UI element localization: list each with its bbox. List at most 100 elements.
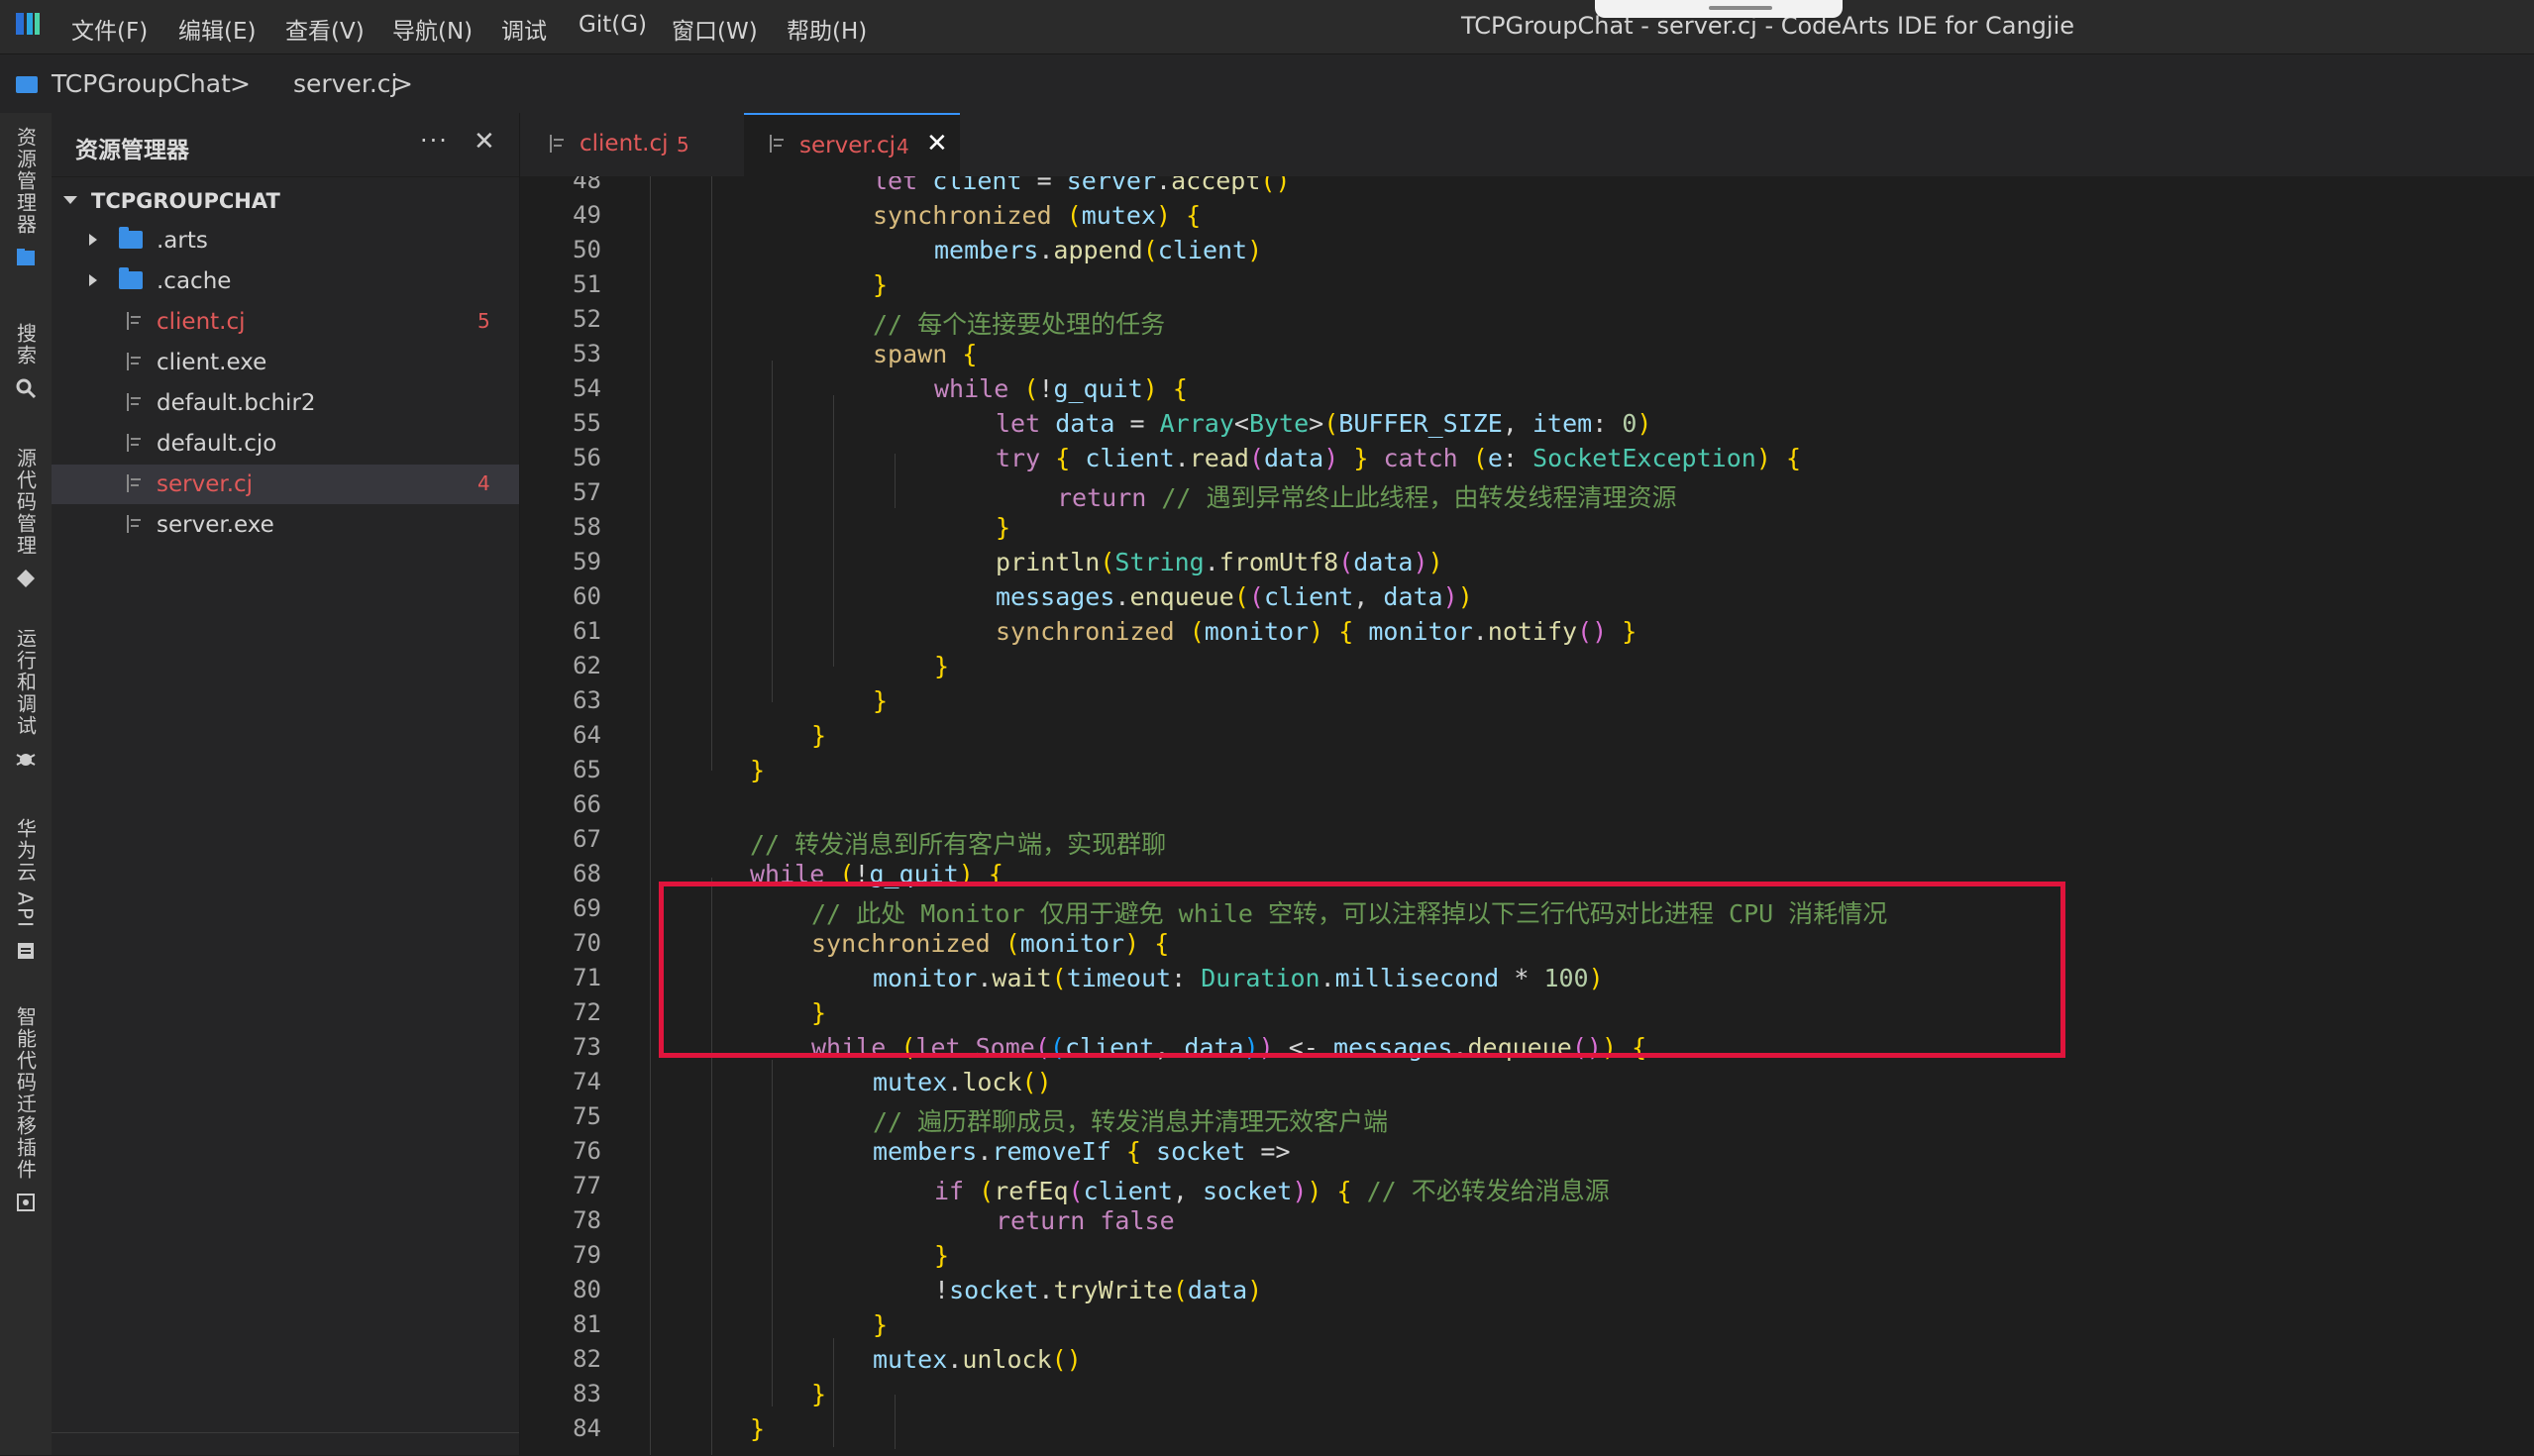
- code-line: }: [750, 756, 766, 784]
- line-number: 74: [573, 1068, 601, 1095]
- drag-handle-grip: [1709, 6, 1772, 10]
- chevron-down-icon: [63, 196, 77, 204]
- tab-server-cj[interactable]: server.cj 4 ✕: [744, 113, 960, 178]
- menu-navigate[interactable]: 导航(N): [392, 12, 473, 46]
- breadcrumb-file[interactable]: server.cj: [293, 69, 397, 98]
- line-number: 73: [573, 1033, 601, 1061]
- code-line: }: [873, 270, 889, 299]
- code-line: let data = Array<Byte>(BUFFER_SIZE, item…: [996, 409, 1652, 438]
- close-icon[interactable]: ✕: [926, 129, 948, 158]
- more-actions-icon[interactable]: ···: [420, 127, 449, 155]
- tree-item-client-cj[interactable]: client.cj 5: [52, 302, 519, 342]
- line-number: 82: [573, 1345, 601, 1373]
- breadcrumb-project[interactable]: TCPGroupChat: [52, 69, 231, 98]
- code-line: // 每个连接要处理的任务: [873, 310, 1166, 339]
- tab-client-cj[interactable]: client.cj 5: [520, 113, 740, 176]
- activity-search[interactable]: 搜索: [0, 323, 52, 400]
- code-line: return // 遇到异常终止此线程，由转发线程清理资源: [1057, 483, 1677, 512]
- activity-run-debug[interactable]: 运行和调试: [0, 628, 52, 771]
- tree-item-label: client.cj: [157, 309, 246, 335]
- code-editor[interactable]: 48 49 50 51 52 53 54 55 56 57 58 59 60 6…: [520, 176, 2534, 1455]
- activity-label: 运行和调试: [13, 628, 38, 737]
- line-number: 55: [573, 409, 601, 437]
- explorer-header: 资源管理器 ··· ✕: [52, 113, 519, 177]
- indent-guide: [895, 1395, 896, 1449]
- editor-tab-bar: client.cj 5 server.cj 4 ✕: [520, 113, 2534, 178]
- code-line: synchronized (monitor) { monitor.notify(…: [996, 617, 1637, 646]
- tab-label: client.cj: [580, 131, 669, 156]
- tree-item-label: server.cj: [157, 471, 254, 497]
- highlight-annotation-box: [659, 882, 2065, 1058]
- activity-bar: 资源管理器 搜索 源代码管理 运行和调试 华为云 API 智能代码迁移插件: [0, 113, 52, 1455]
- folder-icon: [16, 76, 38, 93]
- line-number: 65: [573, 756, 601, 783]
- code-line: }: [996, 513, 1011, 542]
- tree-item-label: server.exe: [157, 512, 274, 538]
- activity-explorer[interactable]: 资源管理器: [0, 127, 52, 269]
- app-logo-icon: [16, 13, 40, 35]
- menu-window[interactable]: 窗口(W): [672, 12, 758, 46]
- tree-item-arts[interactable]: .arts: [52, 221, 519, 260]
- menu-view[interactable]: 查看(V): [285, 12, 365, 46]
- file-icon: [127, 353, 143, 370]
- search-icon: [16, 378, 37, 399]
- menu-git[interactable]: Git(G): [579, 12, 647, 38]
- menu-file[interactable]: 文件(F): [71, 12, 148, 46]
- tree-item-server-cj[interactable]: server.cj 4: [52, 465, 519, 504]
- file-icon: [127, 312, 143, 330]
- indent-guide: [711, 176, 712, 771]
- code-line: }: [934, 1241, 950, 1270]
- line-number: 63: [573, 686, 601, 714]
- line-number: 71: [573, 964, 601, 991]
- file-icon: [127, 474, 143, 492]
- file-icon: [770, 135, 786, 153]
- menu-debug[interactable]: 调试: [501, 12, 547, 46]
- line-number: 84: [573, 1414, 601, 1442]
- tree-item-label: client.exe: [157, 350, 267, 375]
- tree-item-server-exe[interactable]: server.exe: [52, 505, 519, 545]
- debug-icon: [16, 754, 36, 766]
- close-icon[interactable]: ✕: [474, 127, 495, 156]
- menu-help[interactable]: 帮助(H): [787, 12, 867, 46]
- code-line: if (refEq(client, socket)) { // 不必转发给消息源: [934, 1177, 1610, 1205]
- tree-item-default-bchir2[interactable]: default.bchir2: [52, 383, 519, 423]
- code-line: mutex.unlock(): [873, 1345, 1082, 1374]
- tree-root-label: TCPGROUPCHAT: [91, 189, 280, 213]
- line-number: 80: [573, 1276, 601, 1303]
- code-line: messages.enqueue((client, data)): [996, 582, 1473, 611]
- line-number: 61: [573, 617, 601, 645]
- tree-item-cache[interactable]: .cache: [52, 261, 519, 301]
- tree-item-client-exe[interactable]: client.exe: [52, 343, 519, 382]
- migration-icon: [17, 1194, 35, 1211]
- code-line: }: [873, 686, 889, 715]
- tree-item-label: .arts: [157, 228, 208, 254]
- activity-label: 智能代码迁移插件: [13, 1006, 38, 1181]
- explorer-panel: 资源管理器 ··· ✕ TCPGROUPCHAT .arts .cache cl…: [52, 113, 520, 1455]
- activity-label: 搜索: [13, 323, 38, 366]
- line-number: 81: [573, 1310, 601, 1338]
- tree-item-default-cjo[interactable]: default.cjo: [52, 424, 519, 464]
- problem-count-badge: 5: [677, 133, 689, 156]
- line-number: 75: [573, 1102, 601, 1130]
- folder-icon: [119, 267, 143, 289]
- line-number: 60: [573, 582, 601, 610]
- activity-huawei-api[interactable]: 华为云 API: [0, 818, 52, 963]
- tree-root-folder[interactable]: TCPGROUPCHAT: [52, 180, 519, 220]
- line-number: 67: [573, 825, 601, 853]
- explorer-title: 资源管理器: [75, 138, 189, 163]
- activity-source-control[interactable]: 源代码管理: [0, 448, 52, 590]
- code-line: }: [934, 652, 950, 680]
- activity-label: 源代码管理: [13, 448, 38, 557]
- menu-edit[interactable]: 编辑(E): [178, 12, 256, 46]
- activity-code-migration[interactable]: 智能代码迁移插件: [0, 1006, 52, 1214]
- code-line: !socket.tryWrite(data): [934, 1276, 1263, 1304]
- line-number: 59: [573, 548, 601, 575]
- breadcrumb: TCPGroupChat > server.cj >: [0, 53, 2534, 150]
- line-number: 68: [573, 860, 601, 887]
- code-line: while (!g_quit) {: [934, 374, 1188, 403]
- line-number: 57: [573, 478, 601, 506]
- problem-count-badge: 4: [897, 135, 909, 158]
- chevron-right-icon: [89, 274, 97, 286]
- folder-icon: [119, 227, 143, 249]
- line-number: 83: [573, 1380, 601, 1407]
